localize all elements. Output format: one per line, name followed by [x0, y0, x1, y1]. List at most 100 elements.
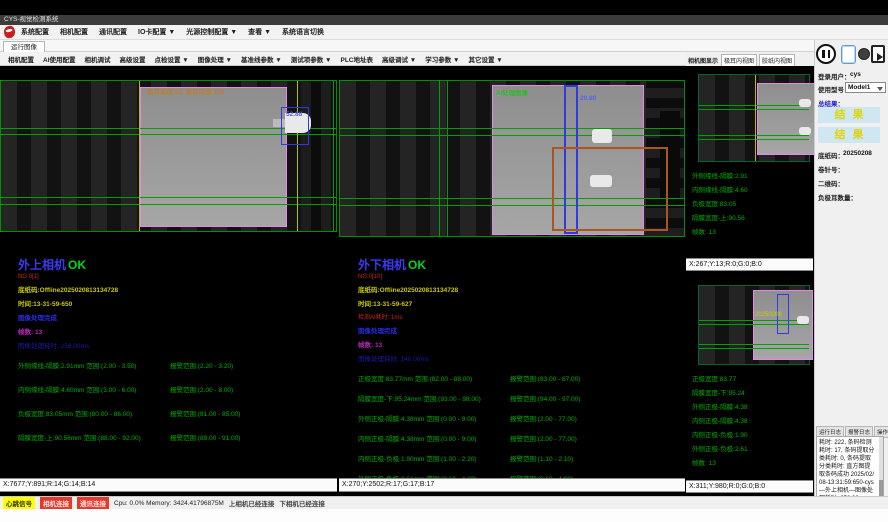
side2-coord-bar: X:311;Y:980;R:0;G:0;B:0	[686, 480, 813, 493]
login-user-button[interactable]	[841, 45, 856, 64]
camera-name: 外上相机	[18, 258, 66, 272]
toolbar-item[interactable]: 其它设置 ▼	[469, 54, 503, 64]
toolbar-item[interactable]: PLC地址表	[341, 54, 374, 64]
toolbar-item[interactable]: 相机调试	[85, 54, 111, 64]
measure-value-overlay: 52.88	[286, 111, 302, 118]
ng-line: NG:0[1]	[18, 274, 338, 280]
log-scrollbar-thumb[interactable]	[879, 480, 883, 496]
info-line: 外侧正极-隔膜:4.38	[692, 401, 748, 411]
toolbar-item[interactable]: AI使用配置	[43, 54, 76, 64]
operator-button[interactable]	[858, 48, 870, 60]
side-view-tab[interactable]: 胶纸内视图	[759, 54, 795, 67]
info-line: 隔膜宽度-上:90.56	[692, 212, 748, 222]
logout-exit-button[interactable]	[871, 45, 885, 63]
ng-line: NG:0[10]	[358, 274, 684, 280]
measurement-value: 外侧缘线-隔膜:2.91mm 范围:(2.00 - 3.50)	[18, 360, 170, 370]
material-strip	[757, 83, 815, 155]
alignment-line	[699, 320, 809, 321]
middle-camera-image[interactable]: AI处理图像 20.80	[339, 80, 685, 237]
done-line: 图像处理完成	[358, 325, 684, 335]
log-scrollbar[interactable]	[879, 437, 883, 496]
toolbar-item[interactable]: 点检设置 ▼	[155, 54, 189, 64]
measurement-value: 隔膜宽度-下:95.24mm 范围:(93.00 - 98.00)	[358, 393, 510, 403]
alarm-range: 报警范围:(89.00 - 91.00)	[170, 432, 240, 442]
basecode-value: 20250208	[843, 150, 872, 157]
edge-line	[447, 81, 448, 236]
left-camera-image[interactable]: 极耳高值:93, 极耳间值:100 52.88	[0, 80, 337, 232]
measurement-value: 隔膜宽度-上:90.56mm 范围:(88.00 - 92.00)	[18, 432, 170, 442]
app-logo-icon	[3, 25, 16, 39]
alignment-line	[340, 128, 684, 129]
menu-item[interactable]: 查看 ▼	[248, 27, 271, 37]
top-black-strip	[0, 0, 888, 15]
camera-title: 外下相机OK	[358, 256, 684, 273]
info-line: 帧数: 13	[692, 226, 748, 236]
menu-item[interactable]: 系统配置	[21, 27, 49, 37]
pause-button[interactable]	[816, 44, 836, 64]
info-line: 正极宽度:83.77	[692, 373, 748, 383]
measurement-value: 内侧正极-隔膜:4.38mm 范围:(0.00 - 9.00)	[358, 433, 510, 443]
toolbar-item[interactable]: 测试项参数 ▼	[291, 54, 332, 64]
side-view-2[interactable]: 20250208 正极宽度:83.77隔膜宽度-下:95.24外侧正极-隔膜:4…	[686, 271, 813, 480]
camera-name: 外下相机	[358, 258, 406, 272]
side-info-lines: 外侧缘线-隔膜:2.91内侧缘线-隔膜:4.60负极宽度:83.05隔膜宽度-上…	[692, 170, 748, 236]
measurement-value: 内侧正极-负极:1.90mm 范围:(1.00 - 2.20)	[358, 453, 510, 463]
reflection-blob	[797, 316, 809, 324]
side1-coord-bar: X:267;Y:13;R:0;G:0;B:0	[686, 258, 813, 271]
info-line: 帧数: 13	[692, 457, 748, 467]
side-view-tab[interactable]: 极耳内视图	[721, 54, 757, 67]
measurement-value: 正极宽度:83.77mm 范围:(82.00 - 88.00)	[358, 373, 510, 383]
measure-value-overlay: 20.80	[580, 95, 596, 102]
log-textarea[interactable]: 耗时: 222, 条码检测耗时: 17, 条码提取分类耗时: 0, 条码提取分类…	[816, 436, 884, 497]
menu-item[interactable]: 通讯配置	[99, 27, 127, 37]
reflection-blob	[590, 175, 612, 187]
middle-result-text: 外下相机OK NG:0[10] 底纸码:Offline2025020813134…	[358, 256, 684, 493]
elapsed-line: 图像处理耗时: 140.00ms	[358, 353, 684, 363]
basecode-label: 底纸码：	[818, 150, 844, 160]
measurement-row: 正极宽度:83.77mm 范围:(82.00 - 88.00) 报警范围:(83…	[358, 373, 684, 383]
toolbar-item[interactable]: 图像处理 ▼	[198, 54, 232, 64]
time-line: 时间:13-31-59-650	[18, 298, 338, 308]
alarm-range: 报警范围:(94.00 - 97.00)	[510, 393, 580, 403]
heartbeat-badge: 心跳信号	[3, 497, 35, 509]
status-bar: 心跳信号 相机连接 通讯连接 Cpu: 0.0% Memory: 3424.41…	[0, 496, 888, 509]
info-line: 负极宽度:83.05	[692, 198, 748, 208]
reflection-blob	[799, 127, 811, 135]
side-view-1[interactable]: 外侧缘线-隔膜:2.91内侧缘线-隔膜:4.60负极宽度:83.05隔膜宽度-上…	[686, 70, 813, 258]
toolbar-item[interactable]: 基准线参数 ▼	[241, 54, 282, 64]
menu-item[interactable]: 系统语言切换	[282, 27, 324, 37]
edge-line	[297, 81, 298, 231]
side-info-lines: 正极宽度:83.77隔膜宽度-下:95.24外侧正极-隔膜:4.38内侧正极-隔…	[692, 373, 748, 467]
alarm-range: 报警范围:(81.00 - 85.00)	[170, 408, 240, 418]
menu-item[interactable]: IO卡配置 ▼	[138, 27, 175, 37]
alignment-line	[340, 135, 684, 136]
toolbar-item[interactable]: 高级调试 ▼	[382, 54, 416, 64]
measurement-row: 外侧缘线-隔膜:2.91mm 范围:(2.00 - 3.50) 报警范围:(2.…	[18, 360, 338, 370]
alarm-range: 报警范围:(83.00 - 87.00)	[510, 373, 580, 383]
side-camera-image	[698, 74, 810, 162]
reflection-blob	[592, 129, 612, 143]
toolbar-item[interactable]: 高级设置	[120, 54, 146, 64]
measurement-row: 内侧缘线-隔膜:4.60mm 范围:(3.00 - 6.00) 报警范围:(2.…	[18, 384, 338, 394]
tab-run-image[interactable]: 运行图像	[3, 41, 45, 52]
measurement-row: 隔膜宽度-上:90.56mm 范围:(88.00 - 92.00) 报警范围:(…	[18, 432, 338, 442]
edge-line	[139, 81, 140, 231]
user-value: cys	[850, 71, 861, 78]
edge-line	[439, 81, 440, 236]
measurement-value: 内侧缘线-隔膜:4.60mm 范围:(3.00 - 6.00)	[18, 384, 170, 394]
menu-item[interactable]: 相机配置	[60, 27, 88, 37]
toolbar-item[interactable]: 学习参数 ▼	[425, 54, 459, 64]
tool-bar: 相机配置 AI使用配置相机调试高级设置点检设置 ▼ 图像处理 ▼ 基准线参数 ▼ 测试项…	[0, 52, 686, 66]
edge-line	[333, 81, 334, 231]
result-box-1: 结果	[818, 107, 880, 123]
menu-item[interactable]: 光源控制配置 ▼	[186, 27, 237, 37]
model-select[interactable]: Model1	[845, 82, 886, 93]
toolbar-item[interactable]: 相机配置	[8, 54, 34, 64]
edge-line	[755, 75, 756, 161]
code-line: 底纸码:Offline2025020813134728	[358, 284, 684, 294]
alignment-line	[1, 204, 336, 205]
alarm-range: 报警范围:(1.10 - 2.10)	[510, 453, 573, 463]
side-camera-image: 20250208	[698, 285, 810, 365]
left-coord-bar: X:7677;Y:891;R:14;G:14;B:14	[0, 478, 337, 492]
user-label: 登录用户：	[818, 71, 851, 81]
